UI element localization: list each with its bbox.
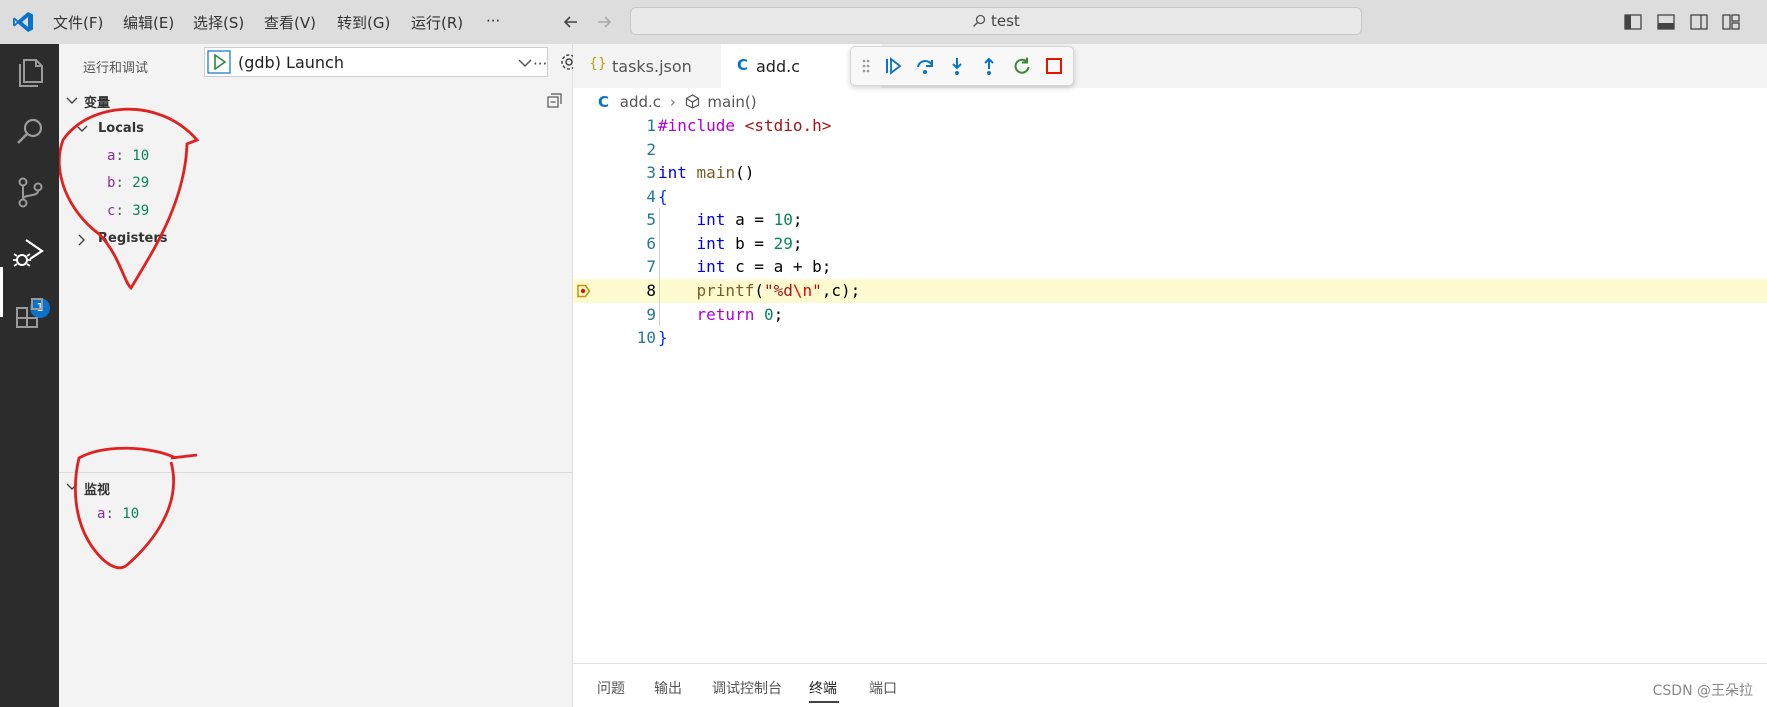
line-number: 5 <box>646 210 656 229</box>
breadcrumb-symbol[interactable]: main() <box>707 93 756 111</box>
tab-label: add.c <box>756 57 800 76</box>
drag-handle-icon[interactable] <box>861 58 871 74</box>
toggle-secondary-sidebar-icon[interactable] <box>1690 13 1708 31</box>
panel-tab-terminal[interactable]: 终端 <box>809 678 837 698</box>
search-icon[interactable] <box>12 114 48 150</box>
code-text: { <box>658 187 668 206</box>
line-number: 1 <box>646 116 656 135</box>
tab-label: tasks.json <box>612 57 692 76</box>
code-text: } <box>658 328 668 347</box>
c-file-icon: C <box>737 56 749 74</box>
active-tab-underline <box>809 701 839 703</box>
run-debug-sidebar: 运行和调试 (gdb) Launch 变量 Locals a: 10 b: 29… <box>59 44 577 707</box>
line-number: 7 <box>646 257 656 276</box>
panel-tab-problems[interactable]: 问题 <box>597 678 625 698</box>
menu-edit[interactable]: 编辑(E) <box>123 12 174 33</box>
code-line[interactable]: 4{ <box>573 185 1767 209</box>
line-number: 10 <box>636 328 656 347</box>
menu-view[interactable]: 查看(V) <box>264 12 316 33</box>
line-number: 4 <box>646 187 656 206</box>
code-line[interactable]: 2 <box>573 138 1767 162</box>
search-icon <box>973 14 986 27</box>
code-text: int b = 29; <box>696 234 803 253</box>
line-number: 2 <box>646 140 656 159</box>
code-line[interactable]: 7 int c = a + b; <box>573 255 1767 279</box>
line-number: 6 <box>646 234 656 253</box>
panel-tab-debug-console[interactable]: 调试控制台 <box>712 678 782 698</box>
menu-selection[interactable]: 选择(S) <box>193 12 244 33</box>
line-number: 3 <box>646 163 656 182</box>
method-symbol-icon <box>685 94 699 109</box>
code-line[interactable]: 9 return 0; <box>573 303 1767 327</box>
customize-layout-icon[interactable] <box>1722 13 1740 31</box>
explorer-icon[interactable] <box>12 54 48 90</box>
menu-more[interactable]: ··· <box>486 12 500 30</box>
toggle-panel-icon[interactable] <box>1657 13 1675 31</box>
run-and-debug-icon[interactable] <box>12 234 48 270</box>
panel-tab-output[interactable]: 输出 <box>654 678 682 698</box>
chevron-right-icon: › <box>669 93 676 111</box>
code-line[interactable]: 1 #include <stdio.h> <box>573 114 1767 138</box>
source-control-icon[interactable] <box>12 174 48 210</box>
continue-icon[interactable] <box>883 56 903 76</box>
active-indicator <box>0 267 3 317</box>
current-execution-line[interactable]: 8 printf("%d\n",c); <box>573 279 1767 303</box>
extensions-icon[interactable] <box>12 294 48 330</box>
menu-go[interactable]: 转到(G) <box>337 12 390 33</box>
line-number: 8 <box>646 281 656 300</box>
stop-icon[interactable] <box>1044 56 1064 76</box>
more-actions-button[interactable]: ··· <box>533 55 547 73</box>
toggle-primary-sidebar-icon[interactable] <box>1624 13 1642 31</box>
indent-guide <box>659 208 660 326</box>
c-file-icon: C <box>598 93 610 111</box>
code-text: int a = 10; <box>696 210 803 229</box>
menu-file[interactable]: 文件(F) <box>53 12 103 33</box>
bottom-panel: 问题 输出 调试控制台 终端 端口 <box>573 663 1767 707</box>
code-line[interactable]: 5 int a = 10; <box>573 208 1767 232</box>
forward-arrow-icon[interactable] <box>594 12 614 32</box>
restart-icon[interactable] <box>1012 56 1032 76</box>
panel-tab-ports[interactable]: 端口 <box>869 678 897 698</box>
red-annotation-circles <box>59 107 200 570</box>
code-text: printf("%d\n",c); <box>696 281 861 300</box>
code-text: int c = a + b; <box>696 257 832 276</box>
code-line[interactable]: 6 int b = 29; <box>573 232 1767 256</box>
search-text: test <box>990 12 1020 30</box>
back-arrow-icon[interactable] <box>561 12 581 32</box>
current-line-pointer-icon <box>577 284 591 298</box>
json-icon: {} <box>589 56 607 72</box>
step-into-icon[interactable] <box>947 56 967 76</box>
activity-bar: 1 <box>0 44 59 707</box>
code-text: return 0; <box>696 305 784 324</box>
breadcrumb: C add.c › main() <box>598 93 757 111</box>
step-over-icon[interactable] <box>915 56 935 76</box>
code-line[interactable]: 10} <box>573 326 1767 350</box>
editor-tab-bar: {} tasks.json C add.c <box>573 44 1767 88</box>
vscode-logo-icon <box>13 12 33 32</box>
debug-toolbar <box>850 46 1074 86</box>
command-center-search[interactable]: test <box>630 7 1362 35</box>
tab-tasks-json[interactable]: {} tasks.json <box>573 44 721 88</box>
breadcrumb-file[interactable]: add.c <box>620 93 661 111</box>
step-out-icon[interactable] <box>979 56 999 76</box>
watermark: CSDN @王朵拉 <box>1652 683 1753 699</box>
code-text: #include <stdio.h> <box>658 116 832 135</box>
title-bar: 文件(F) 编辑(E) 选择(S) 查看(V) 转到(G) 运行(R) ··· … <box>0 0 1767 44</box>
code-line[interactable]: 3 int main() <box>573 161 1767 185</box>
line-number: 9 <box>646 305 656 324</box>
code-text: int main() <box>658 163 755 182</box>
menu-run[interactable]: 运行(R) <box>411 12 463 33</box>
